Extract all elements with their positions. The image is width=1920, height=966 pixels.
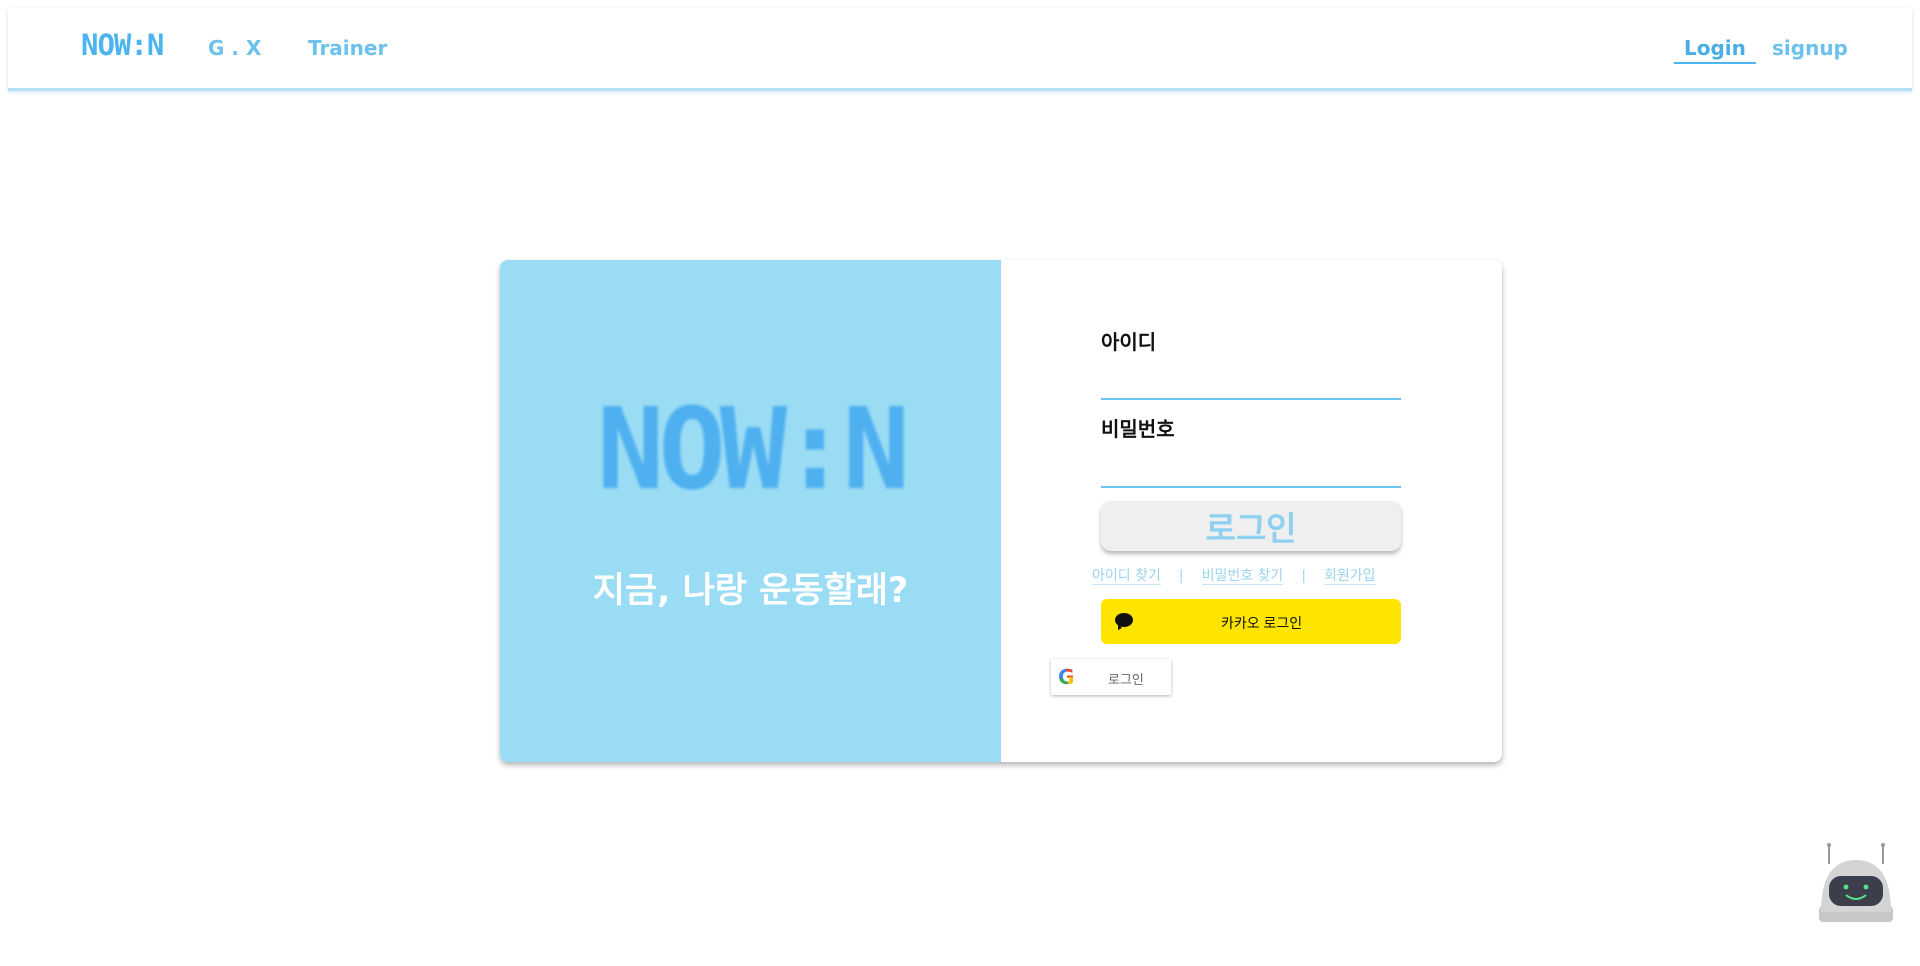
find-id-link[interactable]: 아이디 찾기 [1092, 568, 1161, 585]
signup-link[interactable]: 회원가입 [1324, 568, 1376, 585]
id-input[interactable] [1101, 370, 1401, 400]
nav-link-gx[interactable]: G . X [208, 36, 261, 60]
brand-panel: NOW:N 지금, 나랑 운동할래? [500, 260, 1001, 762]
google-login-label: 로그인 [1108, 672, 1144, 687]
nav-logo[interactable]: NOW:N [81, 28, 164, 62]
nav-link-signup[interactable]: signup [1772, 36, 1848, 60]
link-separator: | [1178, 568, 1184, 584]
kakao-login-label: 카카오 로그인 [1221, 615, 1303, 631]
kakao-login-button[interactable]: 카카오 로그인 [1101, 599, 1401, 644]
find-password-link[interactable]: 비밀번호 찾기 [1201, 568, 1284, 585]
password-input[interactable] [1101, 458, 1401, 488]
password-label: 비밀번호 [1101, 417, 1175, 441]
top-navbar: NOW:N G . X Trainer Login signup [8, 8, 1912, 91]
chatbot-button[interactable] [1817, 842, 1895, 924]
login-card: NOW:N 지금, 나랑 운동할래? 아이디 비밀번호 로그인 아이디 찾기 | 비… [500, 260, 1502, 762]
google-g-icon: G [1058, 665, 1075, 689]
brand-logo: NOW:N [596, 385, 910, 515]
link-separator: | [1301, 568, 1307, 584]
robot-chatbot-icon [1819, 843, 1893, 922]
login-button[interactable]: 로그인 [1101, 501, 1401, 551]
nav-link-login[interactable]: Login [1674, 36, 1756, 64]
id-label: 아이디 [1101, 330, 1157, 354]
kakao-chat-bubble-icon [1115, 613, 1133, 630]
google-login-button[interactable]: G 로그인 [1051, 659, 1171, 695]
account-links: 아이디 찾기 | 비밀번호 찾기 | 회원가입 [1092, 565, 1376, 585]
tagline: 지금, 나랑 운동할래? [592, 571, 909, 611]
nav-link-trainer[interactable]: Trainer [308, 36, 387, 60]
